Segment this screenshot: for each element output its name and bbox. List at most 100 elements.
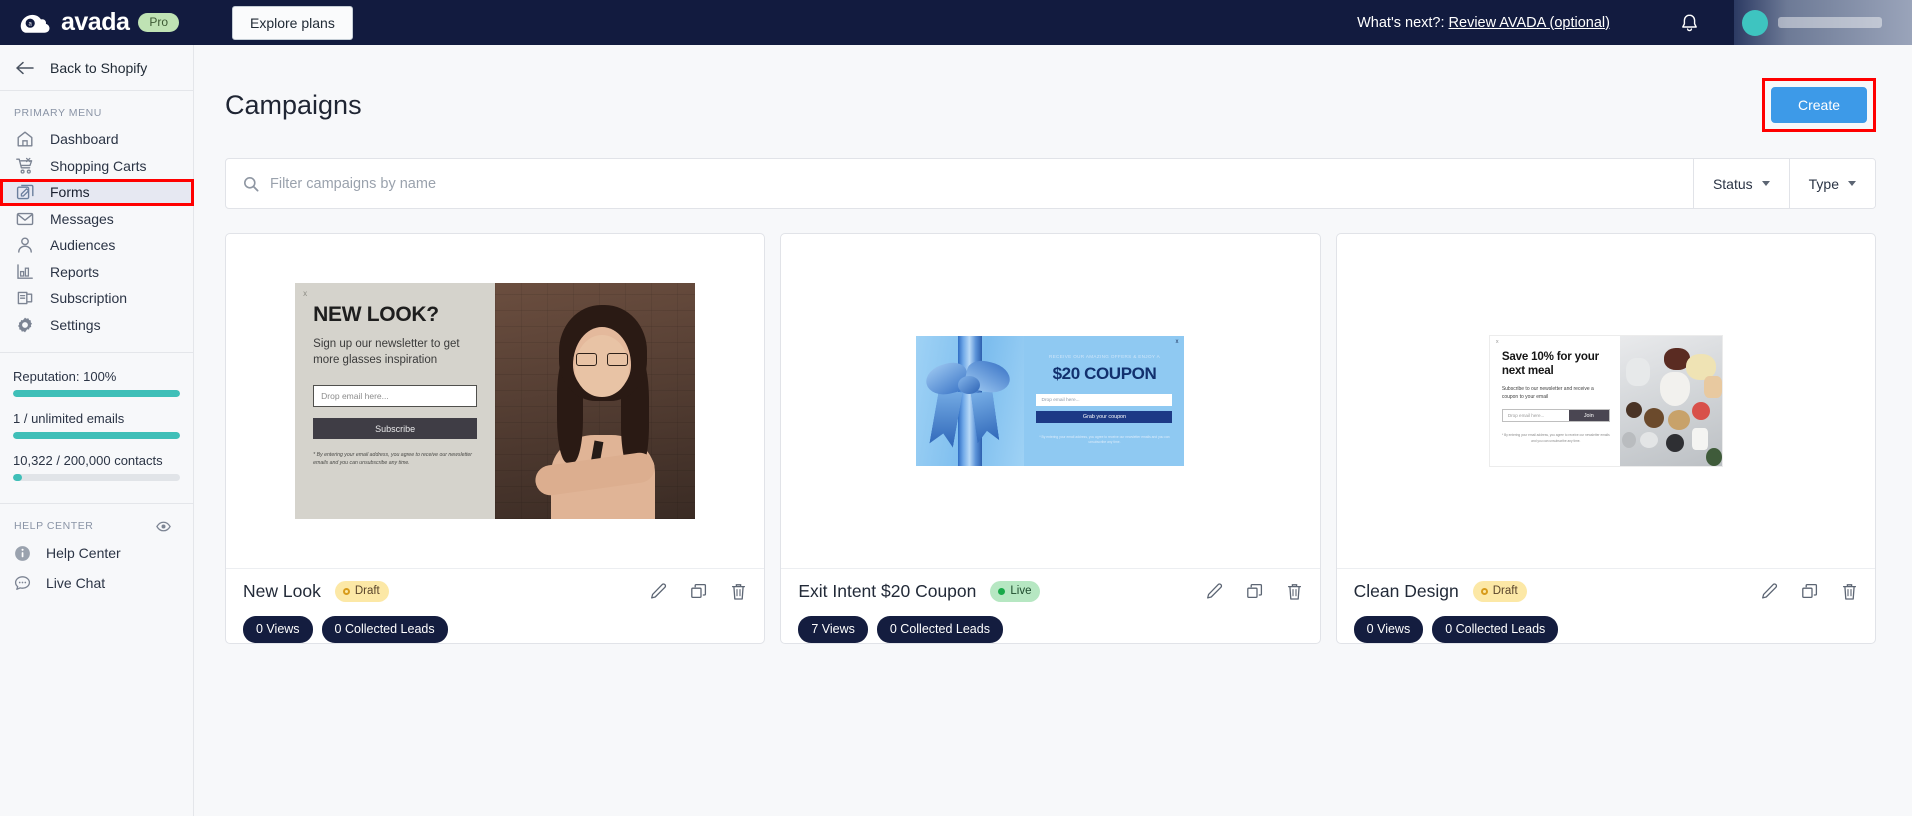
brand-logo[interactable]: a avada Pro <box>0 9 218 37</box>
sidebar-item-label: Subscription <box>50 291 127 305</box>
popup-headline: $20 COUPON <box>1036 364 1172 384</box>
sidebar-item-subscription[interactable]: Subscription <box>0 285 193 312</box>
sidebar-item-live-chat[interactable]: Live Chat <box>0 568 193 598</box>
sidebar-item-audiences[interactable]: Audiences <box>0 232 193 259</box>
status-label: Live <box>1010 584 1031 598</box>
popup-headline: Save 10% for your next meal <box>1502 350 1610 378</box>
views-pill: 0 Views <box>1354 616 1424 643</box>
page-title: Campaigns <box>225 90 362 121</box>
sidebar-item-label: Settings <box>50 318 101 332</box>
back-to-shopify-label: Back to Shopify <box>50 60 147 76</box>
status-dot-icon <box>998 588 1005 595</box>
topbar-right-group: What's next?: Review AVADA (optional) <box>1357 0 1912 45</box>
sidebar-item-messages[interactable]: Messages <box>0 206 193 233</box>
campaign-preview: x Save 10% for your next meal Subscribe … <box>1337 234 1875 569</box>
sidebar-item-label: Shopping Carts <box>50 159 147 173</box>
campaign-stats: 0 Views 0 Collected Leads <box>243 616 747 643</box>
close-icon: x <box>1175 339 1178 345</box>
type-filter-dropdown[interactable]: Type <box>1790 159 1875 208</box>
avada-logo-icon: a <box>18 9 52 37</box>
popup-text-side: Save 10% for your next meal Subscribe to… <box>1490 336 1620 466</box>
duplicate-button[interactable] <box>690 583 708 601</box>
sidebar-item-dashboard[interactable]: Dashboard <box>0 126 193 153</box>
duplicate-button[interactable] <box>1246 583 1264 601</box>
delete-button[interactable] <box>730 582 747 601</box>
primary-menu-heading: PRIMARY MENU <box>0 91 193 126</box>
status-badge: Live <box>990 581 1040 601</box>
delete-button[interactable] <box>1841 582 1858 601</box>
type-filter-label: Type <box>1809 176 1839 192</box>
sidebar-item-shopping-carts[interactable]: Shopping Carts <box>0 153 193 180</box>
edit-pencil-icon <box>1760 582 1779 601</box>
user-account-menu[interactable] <box>1734 0 1912 45</box>
campaign-actions <box>649 582 747 601</box>
chevron-down-icon <box>1762 181 1770 186</box>
campaign-card-footer: Exit Intent $20 Coupon Live <box>781 569 1319 643</box>
filter-bar: Status Type <box>225 158 1876 209</box>
campaign-title-row: Exit Intent $20 Coupon Live <box>798 581 1302 602</box>
campaign-card[interactable]: x RECEIVE OUR AMAZING OFFERS & ENJOY A $… <box>780 233 1320 644</box>
popup-subscribe-button: Subscribe <box>313 418 477 439</box>
status-label: Draft <box>355 584 380 598</box>
campaign-title-row: Clean Design Draft <box>1354 581 1858 602</box>
sidebar-item-label: Reports <box>50 265 99 279</box>
envelope-icon <box>16 210 34 228</box>
sidebar-item-label: Audiences <box>50 238 115 252</box>
popup-fineprint: * By entering your email address, you ag… <box>1036 435 1172 446</box>
back-to-shopify-button[interactable]: Back to Shopify <box>0 45 193 91</box>
campaign-stats: 7 Views 0 Collected Leads <box>798 616 1302 643</box>
campaign-card[interactable]: x NEW LOOK? Sign up our newsletter to ge… <box>225 233 765 644</box>
popup-eyebrow: RECEIVE OUR AMAZING OFFERS & ENJOY A <box>1036 354 1172 359</box>
contacts-track <box>13 474 180 481</box>
duplicate-icon <box>1801 583 1819 601</box>
create-button[interactable]: Create <box>1771 87 1867 123</box>
review-avada-link[interactable]: Review AVADA (optional) <box>1449 15 1610 31</box>
edit-button[interactable] <box>1205 582 1224 601</box>
popup-email-input: Drop email here... <box>313 385 477 407</box>
campaign-card[interactable]: x Save 10% for your next meal Subscribe … <box>1336 233 1876 644</box>
reputation-track <box>13 390 180 397</box>
duplicate-button[interactable] <box>1801 583 1819 601</box>
info-circle-icon <box>14 545 31 562</box>
campaign-actions <box>1760 582 1858 601</box>
campaign-name: New Look <box>243 581 321 602</box>
campaign-actions <box>1205 582 1303 601</box>
emails-label: 1 / unlimited emails <box>13 411 180 426</box>
popup-text-side: x NEW LOOK? Sign up our newsletter to ge… <box>295 283 495 519</box>
delete-button[interactable] <box>1286 582 1303 601</box>
home-icon <box>16 130 34 148</box>
explore-plans-button[interactable]: Explore plans <box>232 6 353 40</box>
sidebar-item-settings[interactable]: Settings <box>0 312 193 339</box>
status-filter-dropdown[interactable]: Status <box>1694 159 1789 208</box>
reputation-meter: Reputation: 100% <box>0 352 193 397</box>
help-center-heading-row: HELP CENTER <box>0 504 193 538</box>
campaign-name: Exit Intent $20 Coupon <box>798 581 976 602</box>
sidebar-item-label: Help Center <box>46 545 121 561</box>
clean-design-popup-preview: x Save 10% for your next meal Subscribe … <box>1490 336 1722 466</box>
leads-pill: 0 Collected Leads <box>1432 616 1558 643</box>
edit-button[interactable] <box>649 582 668 601</box>
status-filter-label: Status <box>1713 176 1753 192</box>
person-icon <box>16 236 34 254</box>
sidebar-item-forms[interactable]: Forms <box>0 179 193 206</box>
gear-icon <box>16 316 34 334</box>
pro-badge: Pro <box>138 13 179 32</box>
emails-track <box>13 432 180 439</box>
sidebar-item-help-center[interactable]: Help Center <box>0 538 193 568</box>
edit-button[interactable] <box>1760 582 1779 601</box>
sidebar-item-reports[interactable]: Reports <box>0 259 193 286</box>
eye-icon[interactable] <box>156 521 171 532</box>
notifications-button[interactable] <box>1672 6 1706 40</box>
help-center-heading: HELP CENTER <box>14 520 93 532</box>
search-input[interactable] <box>270 176 1693 192</box>
leads-pill: 0 Collected Leads <box>877 616 1003 643</box>
popup-join-button: Join <box>1569 410 1609 421</box>
whats-next-prefix: What's next?: <box>1357 15 1444 31</box>
campaign-preview: x NEW LOOK? Sign up our newsletter to ge… <box>226 234 764 569</box>
status-badge: Draft <box>1473 581 1527 601</box>
views-pill: 0 Views <box>243 616 313 643</box>
edit-pencil-icon <box>649 582 668 601</box>
search-area <box>226 159 1693 208</box>
create-button-wrapper: Create <box>1762 78 1876 132</box>
campaign-card-footer: Clean Design Draft <box>1337 569 1875 643</box>
